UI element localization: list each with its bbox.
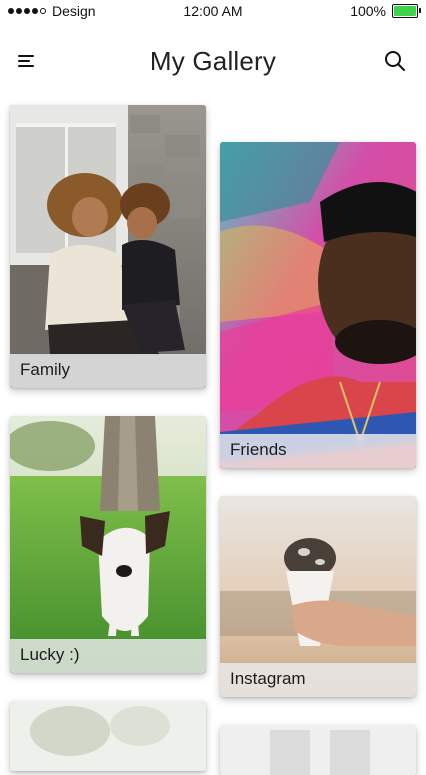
battery-percent: 100% bbox=[350, 3, 386, 19]
album-card-friends[interactable]: Friends bbox=[220, 142, 416, 468]
navigation-bar: My Gallery bbox=[0, 24, 426, 98]
partial-photo bbox=[10, 701, 206, 771]
battery-icon bbox=[392, 4, 421, 18]
album-label: Friends bbox=[220, 434, 416, 468]
lucky-photo bbox=[10, 416, 206, 673]
status-bar: Design 12:00 AM 100% bbox=[0, 0, 426, 24]
album-card-partial[interactable] bbox=[220, 725, 416, 775]
status-right: 100% bbox=[350, 3, 421, 19]
family-photo bbox=[10, 105, 206, 388]
search-icon[interactable] bbox=[384, 50, 406, 72]
album-card-lucky[interactable]: Lucky :) bbox=[10, 416, 206, 673]
album-label: Lucky :) bbox=[10, 639, 206, 673]
album-card-instagram[interactable]: Instagram bbox=[220, 496, 416, 697]
album-card-partial[interactable] bbox=[10, 701, 206, 771]
album-card-family[interactable]: Family bbox=[10, 105, 206, 388]
album-label: Instagram bbox=[220, 663, 416, 697]
friends-photo bbox=[220, 142, 416, 468]
page-title: My Gallery bbox=[149, 46, 277, 76]
partial-photo bbox=[220, 725, 416, 775]
album-label: Family bbox=[10, 354, 206, 388]
